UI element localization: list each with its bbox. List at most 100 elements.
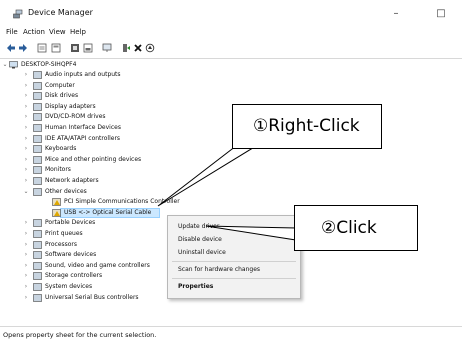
expand-arrow-icon[interactable]: › (23, 229, 29, 239)
tree-item[interactable]: › Monitors (0, 165, 300, 175)
collapse-arrow-icon[interactable]: ⌄ (2, 60, 8, 70)
tree-root-label: DESKTOP-SIHQPF4 (21, 61, 77, 68)
processor-icon (33, 240, 42, 249)
expand-arrow-icon[interactable]: › (23, 176, 29, 186)
tree-item-label: Network adapters (45, 177, 99, 184)
usb-icon (33, 293, 42, 302)
printer-icon (33, 230, 42, 238)
expand-arrow-icon[interactable]: › (23, 240, 29, 250)
update-driver-icon[interactable] (121, 43, 131, 53)
expand-arrow-icon[interactable]: › (23, 261, 29, 271)
expand-arrow-icon[interactable]: › (23, 144, 29, 154)
computer-icon (33, 81, 42, 90)
expand-arrow-icon[interactable]: › (23, 155, 29, 165)
tree-item[interactable]: › Audio inputs and outputs (0, 70, 300, 80)
monitor-icon[interactable] (102, 43, 112, 53)
system-icon (33, 283, 42, 291)
tree-item-label: Keyboards (45, 145, 77, 153)
expand-arrow-icon[interactable]: › (23, 123, 29, 133)
menu-file[interactable]: File (6, 28, 18, 36)
tree-item-label: Software devices (45, 251, 97, 259)
tree-item-label: Other devices (45, 187, 87, 195)
disk-icon (33, 92, 42, 100)
tree-item-label: Storage controllers (45, 272, 103, 280)
device-manager-icon (13, 9, 23, 19)
menu-view[interactable]: View (49, 28, 66, 36)
menu-item-uninstall-device[interactable]: Uninstall device (178, 249, 226, 256)
menu-item-properties[interactable]: Properties (178, 283, 213, 290)
collapse-arrow-icon[interactable]: ⌄ (23, 187, 29, 197)
menu-separator (172, 278, 296, 279)
uninstall-icon[interactable] (133, 43, 143, 53)
expand-arrow-icon[interactable]: › (23, 218, 29, 228)
scan-icon[interactable] (145, 43, 155, 53)
click-callout: ②Click (294, 205, 418, 251)
expand-arrow-icon[interactable]: › (23, 293, 29, 303)
minimize-button[interactable]: – (384, 6, 408, 22)
help-icon[interactable] (70, 43, 80, 53)
expand-arrow-icon[interactable]: › (23, 70, 29, 80)
tree-item-label: Disk drives (45, 92, 79, 100)
tree-item-label: IDE ATA/ATAPI controllers (45, 134, 121, 142)
tree-item[interactable]: › Mice and other pointing devices (0, 155, 300, 165)
expand-arrow-icon[interactable]: › (23, 134, 29, 144)
tree-item-label: Monitors (45, 166, 71, 174)
menu-item-scan-hardware[interactable]: Scan for hardware changes (178, 266, 260, 273)
tree-item-label: DVD/CD-ROM drives (45, 113, 106, 121)
tree-item-label: Processors (45, 240, 78, 248)
tree-item[interactable]: › Computer (0, 81, 300, 91)
other-devices-icon (33, 187, 42, 196)
right-click-callout-text: ①Right-Click (253, 116, 360, 136)
right-click-callout: ①Right-Click (232, 104, 382, 149)
maximize-button[interactable]: □ (429, 6, 453, 22)
tree-root[interactable]: ⌄ DESKTOP-SIHQPF4 (0, 60, 300, 70)
tree-item-label: PCI Simple Communications Controller (64, 198, 180, 206)
network-icon (33, 177, 42, 185)
device-manager-window: Device Manager – □ File Action View Help… (0, 0, 462, 345)
expand-arrow-icon[interactable]: › (23, 282, 29, 292)
properties-icon[interactable] (37, 43, 47, 53)
tree-item[interactable]: › Network adapters (0, 176, 300, 186)
unknown-device-icon (52, 208, 61, 217)
tree-item-label: Portable Devices (45, 219, 96, 227)
back-icon[interactable] (6, 43, 16, 53)
status-bar: Opens property sheet for the current sel… (0, 326, 462, 345)
expand-arrow-icon[interactable]: › (23, 102, 29, 112)
view-icon[interactable] (83, 43, 93, 53)
tree-item-label: System devices (45, 283, 93, 290)
menu-item-disable-device[interactable]: Disable device (178, 236, 222, 243)
toolbar (0, 40, 462, 59)
click-callout-text: ②Click (321, 218, 377, 238)
display-icon (33, 102, 42, 111)
expand-arrow-icon[interactable]: › (23, 250, 29, 260)
hid-icon (33, 124, 42, 132)
sound-icon (33, 261, 42, 270)
tree-item-label: USB <-> Optical Serial Cable (64, 208, 152, 216)
tree-item-label: Universal Serial Bus controllers (45, 293, 139, 301)
tree-item-label: Display adapters (45, 102, 96, 110)
tree-item-label: Mice and other pointing devices (45, 155, 142, 163)
mouse-icon (33, 155, 42, 164)
expand-arrow-icon[interactable]: › (23, 112, 29, 122)
tree-item-label: Computer (45, 81, 75, 89)
ide-icon (33, 134, 42, 143)
show-hide-icon[interactable] (51, 43, 61, 53)
menu-bar: File Action View Help (0, 26, 462, 39)
forward-icon[interactable] (18, 43, 28, 53)
monitor-icon (33, 166, 42, 175)
tree-item-label: Human Interface Devices (45, 124, 121, 131)
tree-item[interactable]: ⌄ Other devices (0, 187, 300, 197)
software-icon (33, 251, 42, 259)
storage-icon (33, 272, 42, 281)
menu-action[interactable]: Action (23, 28, 45, 36)
menu-help[interactable]: Help (70, 28, 86, 36)
menu-item-update-driver[interactable]: Update driver (178, 223, 219, 230)
tree-item-label: Audio inputs and outputs (45, 71, 121, 78)
expand-arrow-icon[interactable]: › (23, 165, 29, 175)
expand-arrow-icon[interactable]: › (23, 81, 29, 91)
expand-arrow-icon[interactable]: › (23, 271, 29, 281)
expand-arrow-icon[interactable]: › (23, 91, 29, 101)
window-title: Device Manager (28, 8, 93, 17)
tree-item[interactable]: › Disk drives (0, 91, 300, 101)
tree-item[interactable]: PCI Simple Communications Controller (0, 197, 300, 207)
